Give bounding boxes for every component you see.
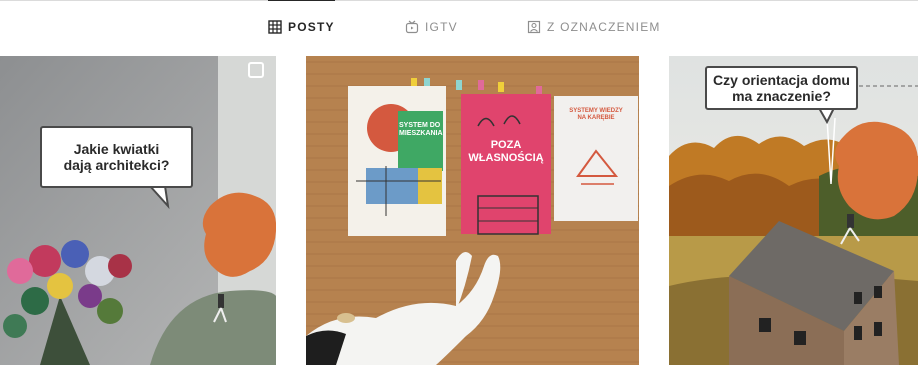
- post-image-books: [306, 56, 639, 365]
- speech-bubble: Jakie kwiatki dają architekci?: [40, 126, 193, 188]
- book-title-2-line-1: POZA: [490, 139, 522, 151]
- tab-posts[interactable]: POSTY: [268, 0, 335, 39]
- post-thumbnail-flowers[interactable]: Jakie kwiatki dają architekci?: [0, 56, 276, 365]
- tab-igtv[interactable]: IGTV: [405, 15, 458, 39]
- speech-text-line-2: dają architekci?: [63, 157, 170, 173]
- multi-post-icon: [248, 62, 264, 78]
- profile-tabs: POSTY IGTV Z OZNACZENIEM: [0, 0, 918, 55]
- post-thumbnail-house[interactable]: Czy orientacja domu ma znaczenie?: [669, 56, 918, 365]
- tab-igtv-label: IGTV: [425, 20, 458, 34]
- speech-text-line-1: Jakie kwiatki: [73, 141, 160, 157]
- book-title-1: SYSTEM DO MIESZKANIA: [399, 122, 443, 137]
- post-image-flowers: [0, 56, 276, 365]
- book-title-2-line-2: WŁASNOŚCIĄ: [468, 152, 544, 164]
- post-thumbnail-books[interactable]: SYSTEM DO MIESZKANIA POZA WŁASNOŚCIĄ SYS…: [306, 56, 639, 365]
- book-title-3: SYSTEMY WIEDZY NA KARĘBIE: [569, 108, 623, 121]
- tab-tagged-label: Z OZNACZENIEM: [547, 20, 661, 34]
- tagged-icon: [527, 20, 541, 34]
- tab-tagged[interactable]: Z OZNACZENIEM: [527, 15, 661, 39]
- speech-text-line-1: Czy orientacja domu: [713, 72, 850, 88]
- book-title-2: POZA WŁASNOŚCIĄ: [468, 139, 544, 165]
- speech-text-line-2: ma znaczenie?: [732, 88, 831, 104]
- igtv-icon: [405, 20, 419, 34]
- grid-icon: [268, 20, 282, 34]
- tab-posts-label: POSTY: [288, 20, 335, 34]
- speech-bubble: Czy orientacja domu ma znaczenie?: [705, 66, 858, 110]
